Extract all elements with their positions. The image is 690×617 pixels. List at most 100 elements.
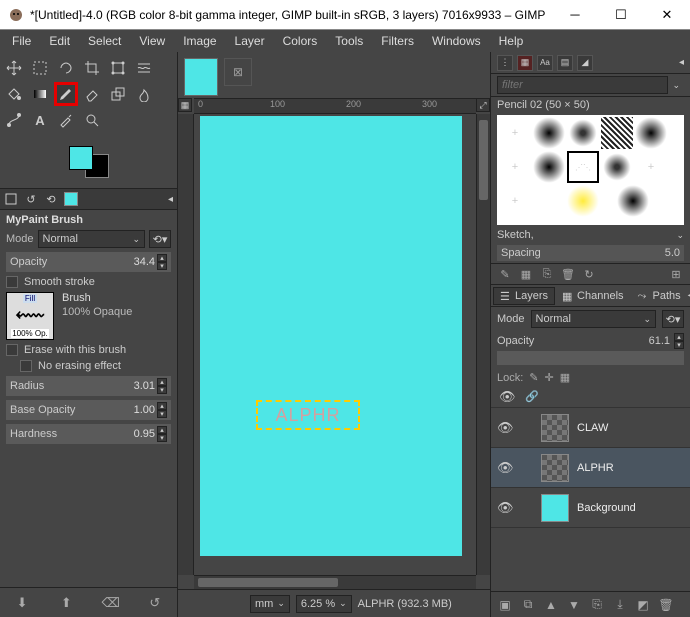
menu-tools[interactable]: Tools — [327, 32, 371, 50]
spacing-slider[interactable]: Spacing 5.0 — [497, 245, 684, 261]
new-layer-icon[interactable]: ▣ — [497, 597, 513, 613]
bucket-tool[interactable] — [2, 82, 26, 106]
move-tool[interactable] — [2, 56, 26, 80]
layer-mode-select[interactable]: Normal⌄ — [531, 310, 656, 328]
layer-thumb[interactable] — [541, 414, 569, 442]
layer-thumb[interactable] — [541, 454, 569, 482]
new-group-icon[interactable]: ⧉ — [520, 597, 536, 613]
chevron-down-icon[interactable]: ⌄ — [676, 230, 684, 241]
duplicate-layer-icon[interactable]: ⎘ — [589, 597, 605, 613]
close-button[interactable]: ✕ — [644, 0, 690, 30]
tab-patterns-icon[interactable]: ▦ — [517, 55, 533, 71]
document-thumb[interactable] — [184, 58, 218, 96]
smudge-tool[interactable] — [132, 82, 156, 106]
menu-edit[interactable]: Edit — [41, 32, 78, 50]
document-close-button[interactable]: ⊠ — [224, 58, 252, 86]
eye-icon[interactable]: 👁 — [497, 420, 513, 436]
duplicate-brush-icon[interactable]: ⎘ — [539, 266, 555, 282]
layer-mode-sync[interactable]: ⟲▾ — [662, 310, 684, 328]
layer-name[interactable]: ALPHR — [577, 462, 614, 474]
merge-layer-icon[interactable]: ⤓ — [612, 597, 628, 613]
menu-filters[interactable]: Filters — [373, 32, 422, 50]
ruler-vertical[interactable] — [178, 114, 194, 575]
delete-layer-icon[interactable]: 🗑 — [658, 597, 674, 613]
delete-options-icon[interactable]: ⌫ — [102, 594, 120, 612]
raise-layer-icon[interactable]: ▲ — [543, 597, 559, 613]
layer-thumb[interactable] — [541, 494, 569, 522]
smooth-stroke-checkbox[interactable] — [6, 276, 18, 288]
transform-tool[interactable] — [106, 56, 130, 80]
save-options-icon[interactable]: ⬇ — [13, 594, 31, 612]
brush-preview[interactable]: Fill ⬳ 100% Op. — [6, 292, 54, 340]
layer-opacity-slider[interactable] — [497, 351, 684, 365]
vertical-scrollbar[interactable] — [476, 114, 490, 575]
layer-row[interactable]: 👁 Background — [491, 488, 690, 528]
tab-gradient-icon[interactable]: ◢ — [577, 55, 593, 71]
text-tool[interactable]: A — [28, 108, 52, 132]
menu-image[interactable]: Image — [175, 32, 224, 50]
chevron-down-icon[interactable]: ⌄ — [668, 80, 684, 91]
mode-sync-button[interactable]: ⟲▾ — [149, 230, 171, 248]
open-brush-icon[interactable]: ⊞ — [668, 266, 684, 282]
menu-select[interactable]: Select — [80, 32, 129, 50]
opacity-value[interactable]: 34.4 — [113, 256, 157, 268]
layer-name[interactable]: Background — [577, 502, 636, 514]
tab-fonts-icon[interactable]: Aa — [537, 55, 553, 71]
tab-channels[interactable]: ▦Channels — [555, 287, 630, 305]
noerase-checkbox[interactable] — [20, 360, 32, 372]
eye-icon[interactable]: 👁 — [497, 500, 513, 516]
menu-colors[interactable]: Colors — [275, 32, 326, 50]
maximize-button[interactable]: ☐ — [598, 0, 644, 30]
color-swatches[interactable] — [0, 140, 177, 188]
tab-brushes-icon[interactable]: ⋮ — [497, 55, 513, 71]
baseop-value[interactable]: 1.00 — [113, 404, 157, 416]
brushes-dock-menu-icon[interactable]: ◂ — [679, 57, 684, 68]
edit-brush-icon[interactable]: ✎ — [497, 266, 513, 282]
tab-history-icon[interactable]: ▤ — [557, 55, 573, 71]
restore-options-icon[interactable]: ⬆ — [57, 594, 75, 612]
menu-help[interactable]: Help — [491, 32, 532, 50]
gradient-tool[interactable] — [28, 82, 52, 106]
paths-tool[interactable] — [2, 108, 26, 132]
radius-down[interactable]: ▾ — [157, 386, 167, 394]
tab-tool-options-icon[interactable] — [4, 192, 18, 206]
tab-device-icon[interactable]: ↺ — [24, 192, 38, 206]
eraser-tool[interactable] — [80, 82, 104, 106]
refresh-brush-icon[interactable]: ↻ — [581, 266, 597, 282]
mask-layer-icon[interactable]: ◩ — [635, 597, 651, 613]
radius-value[interactable]: 3.01 — [113, 380, 157, 392]
clone-tool[interactable] — [106, 82, 130, 106]
unit-select[interactable]: mm⌄ — [250, 595, 290, 613]
warp-tool[interactable] — [132, 56, 156, 80]
mode-select[interactable]: Normal⌄ — [38, 230, 145, 248]
free-select-tool[interactable] — [54, 56, 78, 80]
lock-alpha-icon[interactable]: ▦ — [560, 371, 570, 384]
baseop-down[interactable]: ▾ — [157, 410, 167, 418]
color-picker-tool[interactable] — [54, 108, 78, 132]
crop-tool[interactable] — [80, 56, 104, 80]
horizontal-scrollbar[interactable] — [194, 575, 476, 589]
layer-opacity-value[interactable]: 61.1 — [649, 335, 670, 347]
eye-icon[interactable]: 👁 — [497, 460, 513, 476]
quickmask-toggle[interactable]: ▦ — [178, 98, 192, 112]
canvas[interactable]: ALPHR — [194, 114, 476, 575]
ruler-horizontal[interactable]: 0 100 200 300 — [194, 98, 476, 114]
radius-up[interactable]: ▴ — [157, 378, 167, 386]
tab-paths[interactable]: ⤳Paths — [631, 287, 688, 305]
brush-tag-label[interactable]: Sketch, — [497, 229, 534, 241]
menu-windows[interactable]: Windows — [424, 32, 489, 50]
lock-pixels-icon[interactable]: ✎ — [529, 371, 538, 384]
menu-file[interactable]: File — [4, 32, 39, 50]
brush-grid[interactable]: + + ⋰⋱ + + — [497, 115, 684, 225]
hardness-value[interactable]: 0.95 — [113, 428, 157, 440]
layer-row[interactable]: 👁 CLAW — [491, 408, 690, 448]
hardness-down[interactable]: ▾ — [157, 434, 167, 442]
zoom-tool[interactable] — [80, 108, 104, 132]
minimize-button[interactable]: ─ — [552, 0, 598, 30]
erase-checkbox[interactable] — [6, 344, 18, 356]
layer-opacity-up[interactable]: ▴ — [674, 333, 684, 341]
delete-brush-icon[interactable]: 🗑 — [560, 266, 576, 282]
baseop-up[interactable]: ▴ — [157, 402, 167, 410]
opacity-up[interactable]: ▴ — [157, 254, 167, 262]
tab-layers[interactable]: ☰Layers — [493, 287, 555, 305]
